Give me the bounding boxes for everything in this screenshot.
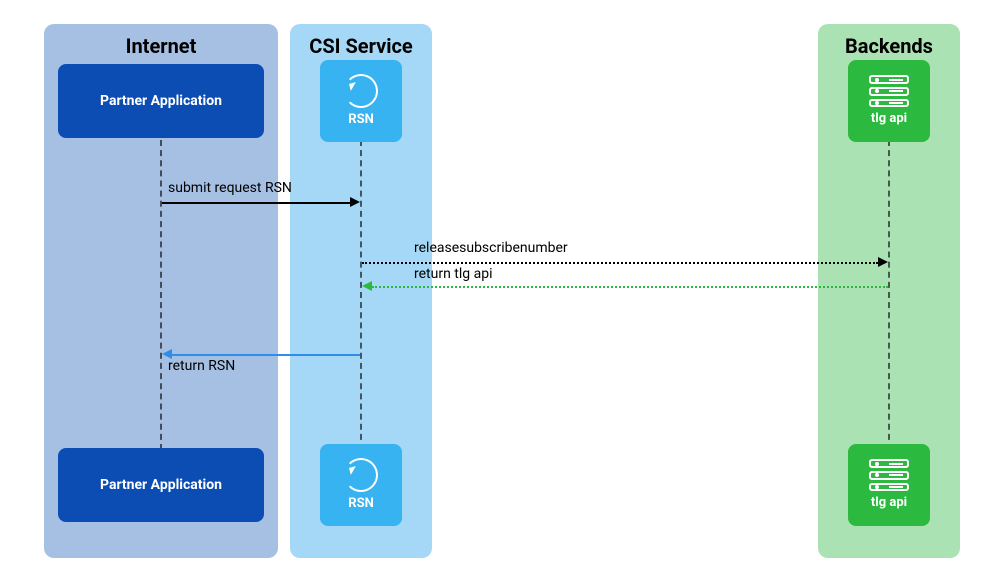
node-rsn-top: RSN — [320, 60, 402, 142]
node-partner-application-top: Partner Application — [58, 64, 264, 138]
node-partner-top-label: Partner Application — [100, 93, 222, 110]
node-tlg-bottom-label: tlg api — [871, 495, 907, 511]
diagram-canvas: Internet CSI Service Backends Partner Ap… — [0, 0, 985, 581]
lane-internet-title: Internet — [44, 34, 278, 58]
cycle-icon — [344, 74, 378, 108]
node-tlg-api-top: tlg api — [848, 60, 930, 142]
node-rsn-bottom: RSN — [320, 444, 402, 526]
server-icon — [869, 459, 909, 491]
lifeline-rsn — [360, 140, 362, 450]
lifeline-partner — [160, 140, 162, 450]
node-partner-application-bottom: Partner Application — [58, 448, 264, 522]
node-tlg-api-bottom: tlg api — [848, 444, 930, 526]
arrow-return-rsn-label: return RSN — [168, 358, 235, 374]
node-tlg-top-label: tlg api — [871, 111, 907, 127]
server-icon — [869, 75, 909, 107]
node-partner-bottom-label: Partner Application — [100, 477, 222, 494]
arrow-return-tlg-api-label: return tlg api — [414, 266, 492, 282]
cycle-icon — [344, 458, 378, 492]
node-rsn-top-label: RSN — [348, 112, 374, 128]
arrow-submit-request-rsn-label: submit request RSN — [168, 180, 292, 196]
lifeline-tlg — [888, 140, 890, 450]
lane-csi-title: CSI Service — [290, 34, 432, 58]
node-rsn-bottom-label: RSN — [348, 496, 374, 512]
arrow-releasesubscribenumber-label: releasesubscribenumber — [414, 240, 568, 256]
lane-backends-title: Backends — [818, 34, 960, 58]
